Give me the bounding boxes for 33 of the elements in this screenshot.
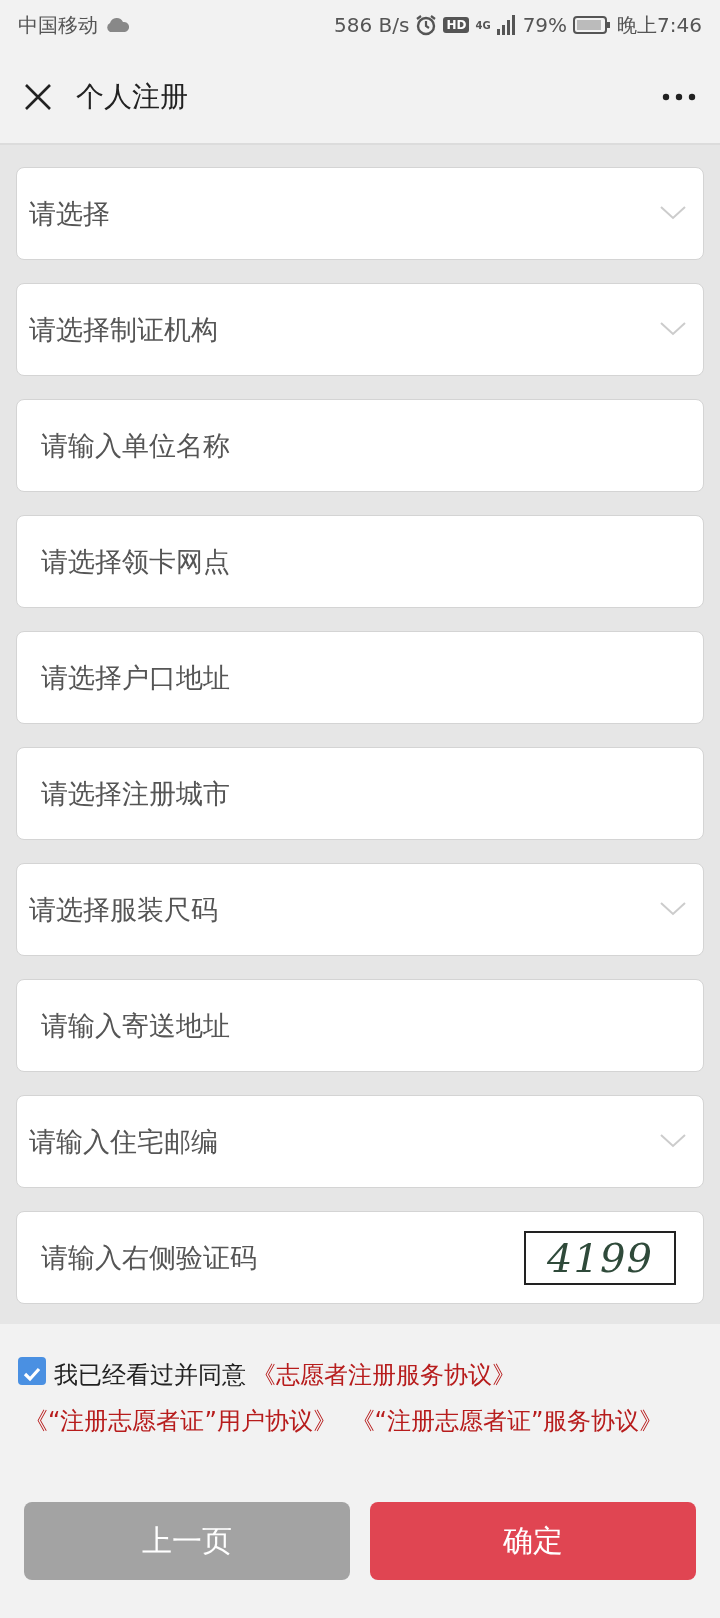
select-field[interactable]: 请选择服装尺码 — [16, 863, 704, 956]
carrier-name: 中国移动 — [18, 11, 98, 39]
signal-icon — [496, 15, 517, 35]
cloud-icon — [104, 17, 130, 33]
chevron-down-icon — [660, 902, 686, 916]
page-title: 个人注册 — [76, 78, 189, 115]
agreement-link[interactable]: 《“注册志愿者证”服务协议》 — [350, 1407, 664, 1435]
agreement-text: 我已经看过并同意 《志愿者注册服务协议》 《“注册志愿者证”用户协议》 《“注册志愿者证”服务协议》 — [0, 1324, 720, 1444]
confirm-button[interactable]: 确定 — [370, 1502, 696, 1580]
alarm-icon — [415, 14, 438, 36]
chevron-down-icon — [660, 322, 686, 336]
input-field[interactable]: 请选择户口地址 — [16, 631, 704, 724]
checkbox[interactable] — [18, 1357, 46, 1385]
battery-icon — [573, 15, 612, 35]
more-icon[interactable] — [662, 92, 696, 101]
battery-percent: 79% — [522, 13, 568, 37]
agreement-link[interactable]: 《志愿者注册服务协议》 — [252, 1361, 516, 1389]
clock-time: 晚上7:46 — [617, 11, 702, 39]
chevron-down-icon — [660, 206, 686, 220]
select-field[interactable]: 请选择 — [16, 167, 704, 260]
chevron-down-icon — [660, 1134, 686, 1148]
captcha-image[interactable]: 4199 — [524, 1231, 676, 1285]
agreement-link[interactable]: 《“注册志愿者证”用户协议》 — [24, 1407, 337, 1435]
input-field[interactable]: 请选择注册城市 — [16, 747, 704, 840]
network-speed: 586 B/s — [334, 13, 410, 37]
select-field[interactable]: 请选择制证机构 — [16, 283, 704, 376]
input-field[interactable]: 请输入单位名称 — [16, 399, 704, 492]
hd-badge: HD — [443, 17, 470, 33]
network-type: 4G — [475, 19, 491, 31]
close-icon[interactable] — [24, 82, 52, 111]
select-field[interactable]: 请输入住宅邮编 — [16, 1095, 704, 1188]
input-field[interactable]: 请选择领卡网点 — [16, 515, 704, 608]
input-field[interactable]: 请输入寄送地址 — [16, 979, 704, 1072]
